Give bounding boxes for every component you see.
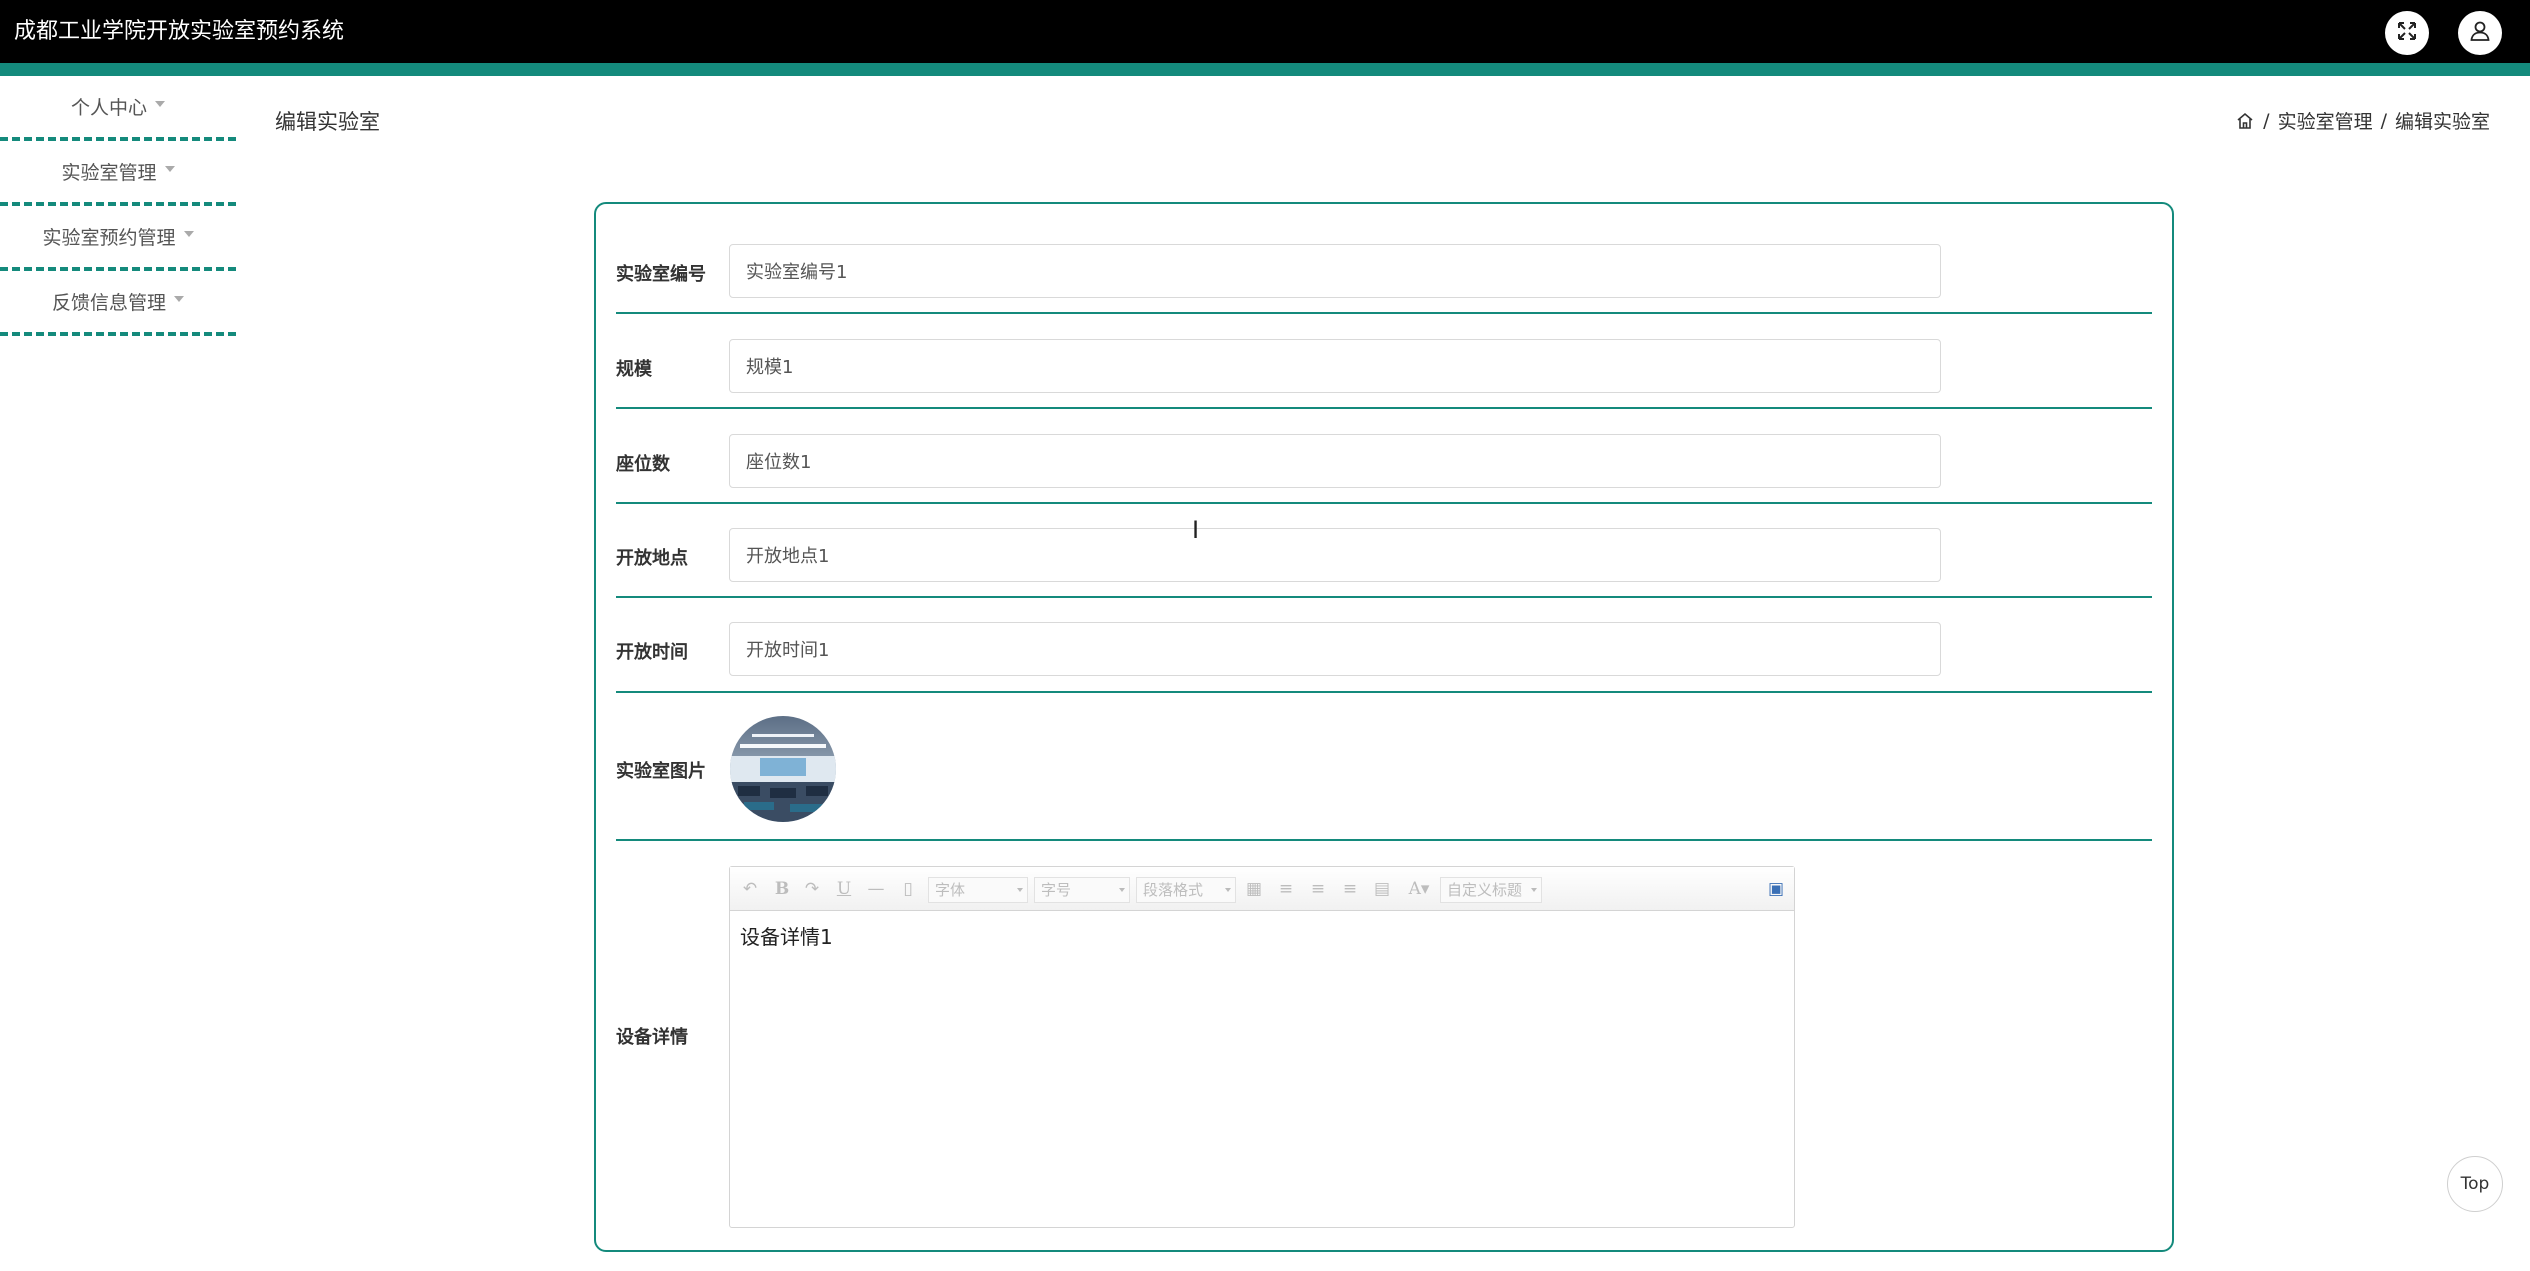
align-right-icon[interactable]: ≡ [1308, 877, 1328, 901]
seat-count-input[interactable] [729, 434, 1941, 488]
sidebar-item-lab-reservation-management[interactable]: 实验室预约管理 [0, 206, 236, 271]
scale-input[interactable] [729, 339, 1941, 393]
home-icon[interactable] [2235, 111, 2255, 131]
dropdown-arrow-icon [1225, 888, 1231, 892]
user-menu-button[interactable] [2458, 11, 2502, 55]
dropdown-arrow-icon [1017, 888, 1023, 892]
align-center-icon[interactable]: ≡ [1340, 877, 1360, 901]
custom-title-select[interactable]: 自定义标题 [1440, 877, 1542, 903]
lab-number-label: 实验室编号 [616, 264, 706, 285]
form-row-lab-number: 实验室编号 [616, 224, 2152, 314]
open-time-input[interactable] [729, 622, 1941, 676]
open-time-label: 开放时间 [616, 642, 688, 663]
custom-title-label: 自定义标题 [1447, 881, 1523, 899]
header-accent-bar [0, 63, 2530, 76]
font-color-icon[interactable]: A▾ [1402, 877, 1436, 901]
dropdown-arrow-icon [1531, 888, 1537, 892]
caret-down-icon [183, 230, 194, 237]
top-header: 成都工业学院开放实验室预约系统 [0, 0, 2530, 63]
expand-arrows-icon [2395, 19, 2419, 47]
font-size-select[interactable]: 字号 [1034, 877, 1130, 903]
redo-icon[interactable]: ↷ [802, 877, 822, 901]
horizontal-rule-icon[interactable]: — [866, 877, 886, 901]
form-row-seat-count: 座位数 [616, 409, 2152, 504]
sidebar-item-personal-center[interactable]: 个人中心 [0, 76, 236, 141]
dropdown-arrow-icon [1119, 888, 1125, 892]
align-justify-icon[interactable]: ▤ [1372, 877, 1392, 901]
user-icon [2468, 19, 2492, 47]
sidebar-item-label: 反馈信息管理 [51, 292, 166, 314]
breadcrumb-separator: / [2380, 109, 2387, 132]
open-location-input[interactable] [729, 528, 1941, 582]
back-to-top-button[interactable]: Top [2447, 1156, 2503, 1212]
form-row-open-location: 开放地点 [616, 504, 2152, 598]
caret-down-icon [174, 295, 184, 302]
breadcrumb-separator: / [2263, 109, 2270, 132]
rich-text-editor: ↶ B ↷ U — ▯ 字体 字号 段落格式 ▦ ≡ ≡ ≡ ▤ A▾ 自定义标… [729, 866, 1795, 1228]
paragraph-format-select[interactable]: 段落格式 [1136, 877, 1236, 903]
lab-number-input[interactable] [729, 244, 1941, 298]
lab-image-label: 实验室图片 [616, 761, 706, 782]
page-title: 编辑实验室 [275, 110, 380, 134]
font-family-select[interactable]: 字体 [928, 877, 1028, 903]
breadcrumb: / 实验室管理 / 编辑实验室 [2235, 107, 2490, 134]
sidebar-item-label: 实验室预约管理 [42, 227, 176, 249]
paragraph-format-label: 段落格式 [1143, 881, 1204, 899]
font-size-label: 字号 [1041, 881, 1072, 899]
fullscreen-button[interactable] [2385, 11, 2429, 55]
underline-icon[interactable]: U [834, 877, 854, 901]
form-row-scale: 规模 [616, 314, 2152, 409]
source-view-icon[interactable]: ▣ [1764, 877, 1788, 901]
open-location-label: 开放地点 [616, 548, 688, 569]
align-left-icon[interactable]: ≡ [1276, 877, 1296, 901]
scale-label: 规模 [616, 359, 652, 380]
lab-image-thumbnail[interactable] [730, 716, 836, 822]
caret-down-icon [164, 165, 175, 172]
undo-icon[interactable]: ↶ [740, 877, 760, 901]
edit-lab-form: 实验室编号 规模 座位数 开放地点 开放时间 实验室图片 [594, 202, 2174, 1252]
caret-down-icon [155, 100, 165, 107]
sidebar-item-lab-management[interactable]: 实验室管理 [0, 141, 236, 206]
table-icon[interactable]: ▦ [1244, 877, 1264, 901]
seat-count-label: 座位数 [616, 454, 670, 475]
sidebar-item-label: 个人中心 [70, 97, 147, 119]
editor-content[interactable]: 设备详情1 [730, 911, 1794, 960]
editor-toolbar: ↶ B ↷ U — ▯ 字体 字号 段落格式 ▦ ≡ ≡ ≡ ▤ A▾ 自定义标… [730, 867, 1794, 911]
app-title: 成都工业学院开放实验室预约系统 [14, 19, 345, 44]
paste-icon[interactable]: ▯ [898, 877, 918, 901]
form-row-open-time: 开放时间 [616, 598, 2152, 693]
breadcrumb-item-edit-lab: 编辑实验室 [2394, 111, 2490, 133]
sidebar: 个人中心 实验室管理 实验室预约管理 反馈信息管理 [0, 76, 236, 336]
equipment-detail-label: 设备详情 [616, 1027, 688, 1048]
breadcrumb-item-lab-management[interactable]: 实验室管理 [2278, 107, 2373, 134]
text-cursor-icon: I [1192, 516, 1200, 544]
sidebar-item-feedback-management[interactable]: 反馈信息管理 [0, 271, 236, 336]
form-row-lab-image: 实验室图片 [616, 693, 2152, 841]
bold-icon[interactable]: B [772, 877, 792, 901]
sidebar-item-label: 实验室管理 [61, 162, 157, 184]
font-family-label: 字体 [935, 881, 966, 899]
